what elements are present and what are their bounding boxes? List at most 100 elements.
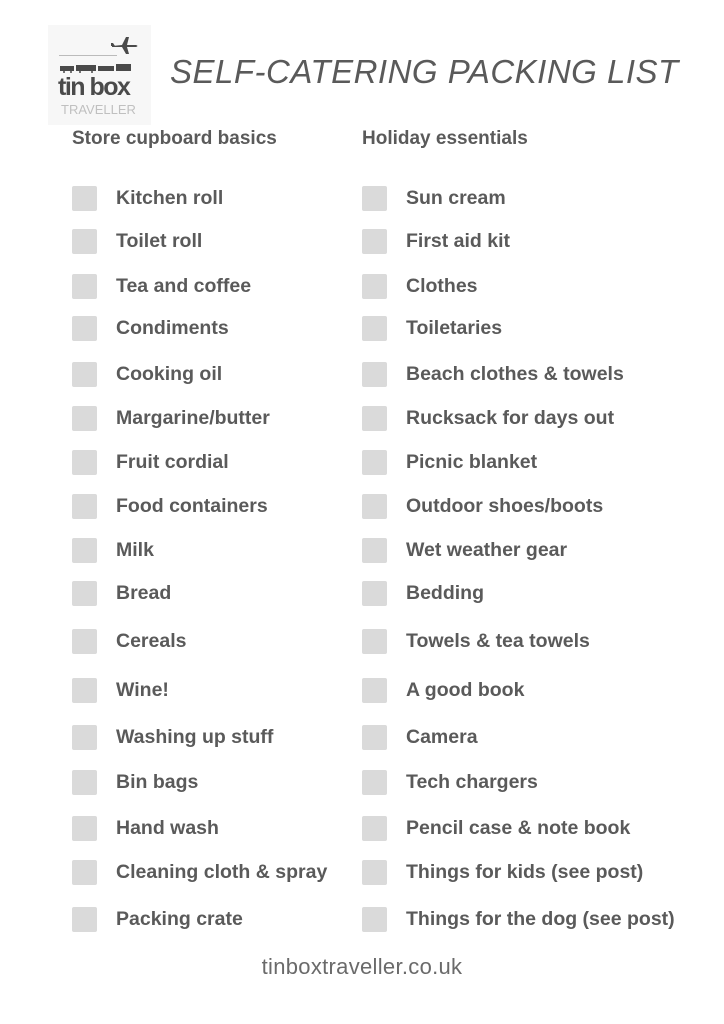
checklist-item-label: Outdoor shoes/boots (406, 494, 604, 517)
checklist-item-label: Fruit cordial (116, 450, 229, 473)
checkbox[interactable] (362, 769, 387, 795)
checklist-item-label: Cleaning cloth & spray (116, 860, 328, 883)
checklist-item[interactable]: Pencil case & note book (362, 815, 630, 841)
checklist-item[interactable]: First aid kit (362, 228, 510, 254)
checkbox[interactable] (362, 493, 387, 519)
checkbox[interactable] (72, 405, 97, 431)
checkbox[interactable] (72, 185, 97, 211)
checklist-item[interactable]: Bin bags (72, 769, 198, 795)
checklist-item[interactable]: Cooking oil (72, 361, 222, 387)
checkbox[interactable] (362, 273, 387, 299)
checklist-item-label: Bedding (406, 581, 484, 604)
checklist-item-label: Bread (116, 581, 172, 604)
checklist-item-label: Cooking oil (116, 362, 223, 385)
checklist-item[interactable]: Towels & tea towels (362, 628, 590, 654)
checklist-item[interactable]: Toiletaries (362, 315, 502, 341)
checklist-item[interactable]: Kitchen roll (72, 185, 223, 211)
column-heading: Holiday essentials (362, 128, 528, 149)
checkbox[interactable] (72, 493, 97, 519)
checkbox[interactable] (72, 273, 97, 299)
checklist-item-label: Kitchen roll (116, 186, 224, 209)
page-title: SELF-CATERING PACKING LIST (170, 53, 679, 90)
checklist-item[interactable]: Clothes (362, 273, 478, 299)
checklist-item[interactable]: Food containers (72, 493, 268, 519)
checkbox[interactable] (72, 906, 97, 932)
checklist-item[interactable]: Tech chargers (362, 769, 538, 795)
logo-brand: tin box (58, 73, 131, 101)
checkbox[interactable] (72, 815, 97, 841)
checkbox[interactable] (362, 405, 387, 431)
checklist-item[interactable]: Bedding (362, 580, 484, 606)
checklist-item[interactable]: Condiments (72, 315, 229, 341)
checkbox[interactable] (72, 677, 97, 703)
checklist-item-label: Packing crate (116, 907, 243, 930)
checkbox[interactable] (72, 315, 97, 341)
checklist-item-label: Rucksack for days out (406, 406, 615, 429)
checklist-item[interactable]: Tea and coffee (72, 273, 251, 299)
checklist-item-label: Picnic blanket (406, 450, 538, 473)
checklist-item[interactable]: Margarine/butter (72, 405, 270, 431)
checklist-item-label: Camera (406, 725, 478, 748)
checkbox[interactable] (362, 315, 387, 341)
checklist-item[interactable]: Milk (72, 537, 154, 563)
footer-website: tinboxtraveller.co.uk (261, 954, 463, 979)
checkbox[interactable] (362, 449, 387, 475)
checkbox[interactable] (362, 580, 387, 606)
checkbox[interactable] (72, 537, 97, 563)
checklist-item-label: Margarine/butter (116, 406, 270, 429)
checklist-item[interactable]: Hand wash (72, 815, 219, 841)
checklist-item[interactable]: Rucksack for days out (362, 405, 614, 431)
checkbox[interactable] (72, 449, 97, 475)
checklist-item[interactable]: Wet weather gear (362, 537, 567, 563)
checklist-item[interactable]: Cleaning cloth & spray (72, 859, 327, 885)
checklist-item-label: Wet weather gear (406, 538, 568, 561)
checklist-item[interactable]: A good book (362, 677, 524, 703)
checklist-item[interactable]: Outdoor shoes/boots (362, 493, 603, 519)
checkbox[interactable] (72, 769, 97, 795)
checklist-item[interactable]: Cereals (72, 628, 186, 654)
checklist-item-label: Tea and coffee (116, 274, 252, 297)
checklist-item[interactable]: Washing up stuff (72, 724, 273, 750)
checklist-item-label: A good book (406, 678, 525, 701)
checklist-item[interactable]: Fruit cordial (72, 449, 229, 475)
checkbox[interactable] (362, 185, 387, 211)
checklist-item-label: Towels & tea towels (406, 629, 590, 652)
checklist-item[interactable]: Wine! (72, 677, 169, 703)
checklist-item[interactable]: Sun cream (362, 185, 506, 211)
checklist-item-label: Cereals (116, 629, 187, 652)
vehicles-icon (60, 64, 131, 73)
checklist-item-label: Washing up stuff (116, 725, 274, 748)
column-holiday-essentials: Holiday essentials Sun cream First aid ki… (362, 126, 675, 932)
checklist-item[interactable]: Packing crate (72, 906, 243, 932)
checklist-item[interactable]: Toilet roll (72, 228, 202, 254)
checkbox[interactable] (362, 677, 387, 703)
checkbox[interactable] (362, 628, 387, 654)
checklist-item-label: Hand wash (116, 816, 219, 839)
checkbox[interactable] (362, 906, 387, 932)
checkbox[interactable] (72, 361, 97, 387)
checkbox[interactable] (72, 228, 97, 254)
checklist-item[interactable]: Beach clothes & towels (362, 361, 624, 387)
checkbox[interactable] (72, 859, 97, 885)
checkbox[interactable] (362, 724, 387, 750)
checklist-item[interactable]: Things for the dog (see post) (362, 906, 675, 932)
checklist-item-label: Beach clothes & towels (406, 362, 624, 385)
logo-subtitle: TRAVELLER (61, 102, 136, 117)
checklist-item[interactable]: Bread (72, 580, 171, 606)
column-heading: Store cupboard basics (72, 128, 277, 149)
checklist-item[interactable]: Picnic blanket (362, 449, 537, 475)
checkbox[interactable] (362, 537, 387, 563)
checkbox[interactable] (72, 580, 97, 606)
checkbox[interactable] (72, 628, 97, 654)
checklist-item[interactable]: Things for kids (see post) (362, 859, 643, 885)
checklist-item-label: Toiletaries (406, 316, 503, 339)
checklist-item[interactable]: Camera (362, 724, 478, 750)
checkbox[interactable] (362, 228, 387, 254)
checkbox[interactable] (362, 361, 387, 387)
checkbox[interactable] (362, 859, 387, 885)
checkbox[interactable] (72, 724, 97, 750)
column-store-cupboard-basics: Store cupboard basics Kitchen roll Toilet… (72, 126, 327, 932)
logo-divider (59, 55, 117, 56)
checklist-item-label: Wine! (116, 678, 169, 701)
checkbox[interactable] (362, 815, 387, 841)
